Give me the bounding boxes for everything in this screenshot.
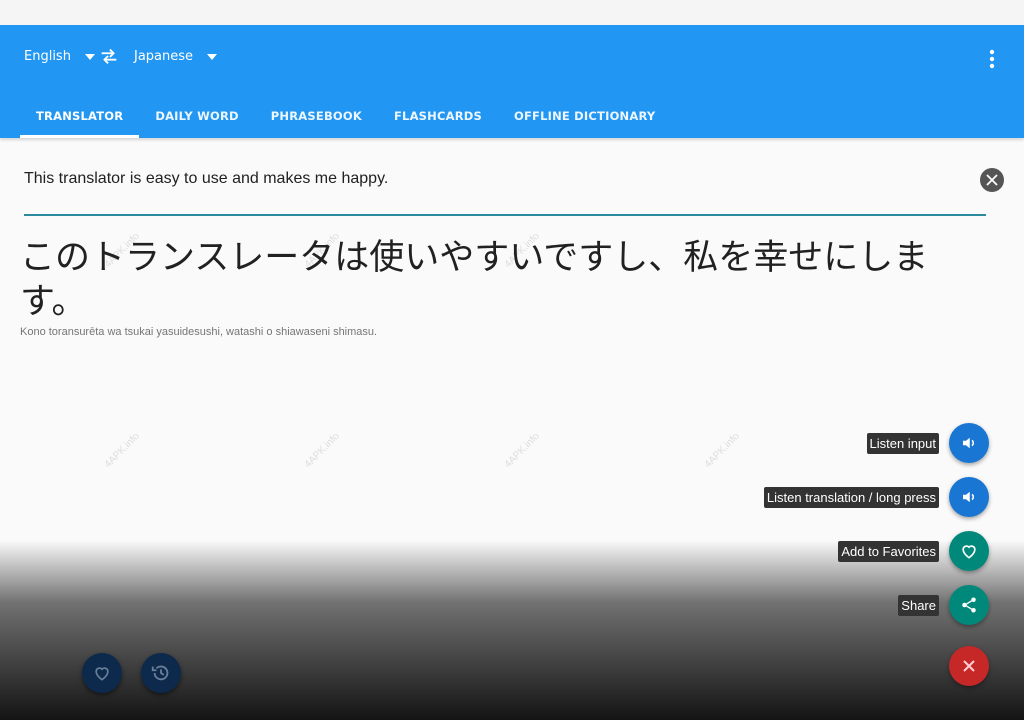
source-language-selector[interactable]: English	[24, 49, 95, 64]
fab-item-add-favorites: Add to Favorites	[838, 531, 989, 571]
share-label: Share	[898, 594, 939, 616]
more-vert-icon[interactable]	[982, 47, 1002, 71]
source-language-label: English	[24, 49, 71, 64]
fab-item-share: Share	[898, 585, 989, 625]
add-favorites-button[interactable]	[949, 531, 989, 571]
fab-item-close	[949, 646, 989, 686]
history-icon	[151, 665, 169, 681]
watermark: 4APK.info	[302, 430, 342, 471]
close-fab-menu-button[interactable]	[949, 646, 989, 686]
heart-icon	[962, 545, 976, 559]
speaker-icon	[963, 491, 974, 503]
tab-flashcards[interactable]: FLASHCARDS	[378, 93, 498, 138]
close-icon	[963, 660, 975, 672]
add-favorites-label: Add to Favorites	[838, 540, 939, 562]
fab-item-listen-input: Listen input	[866, 423, 989, 463]
listen-input-label: Listen input	[866, 432, 939, 454]
swap-icon[interactable]	[98, 45, 120, 67]
watermark: 4APK.info	[502, 430, 542, 471]
close-icon	[986, 174, 998, 186]
source-text[interactable]: This translator is easy to use and makes…	[24, 170, 388, 188]
tab-daily-word[interactable]: DAILY WORD	[139, 93, 254, 138]
target-language-label: Japanese	[134, 49, 194, 64]
share-icon	[962, 597, 976, 613]
translation-text: このトランスレータは使いやすいですし、私を幸せにします。	[20, 238, 929, 322]
favorites-button[interactable]	[82, 653, 122, 693]
app-bar: English Japanese TRANSLATOR DAILY WORD P…	[0, 25, 1024, 138]
target-language-selector[interactable]: Japanese	[134, 49, 218, 64]
chevron-down-icon	[84, 53, 95, 60]
tab-translator[interactable]: TRANSLATOR	[20, 93, 140, 138]
heart-icon	[95, 667, 109, 681]
listen-input-button[interactable]	[949, 423, 989, 463]
chevron-down-icon	[207, 53, 218, 60]
status-bar	[0, 0, 1024, 25]
tab-offline-dictionary[interactable]: OFFLINE DICTIONARY	[498, 93, 671, 138]
clear-input-button[interactable]	[980, 168, 1004, 192]
share-button[interactable]	[949, 585, 989, 625]
listen-translation-label: Listen translation / long press	[763, 486, 939, 508]
watermark: 4APK.info	[102, 430, 142, 471]
history-button[interactable]	[141, 653, 181, 693]
fab-item-listen-translation: Listen translation / long press	[763, 477, 989, 517]
tab-bar: TRANSLATOR DAILY WORD PHRASEBOOK FLASHCA…	[20, 93, 671, 138]
speaker-icon	[963, 437, 974, 449]
input-divider	[24, 214, 986, 216]
language-selector-row: English Japanese	[0, 25, 1024, 90]
listen-translation-button[interactable]	[949, 477, 989, 517]
watermark: 4APK.info	[702, 430, 742, 471]
romanization-text: Kono toransurēta wa tsukai yasuidesushi,…	[20, 326, 378, 338]
tab-phrasebook[interactable]: PHRASEBOOK	[255, 93, 378, 138]
